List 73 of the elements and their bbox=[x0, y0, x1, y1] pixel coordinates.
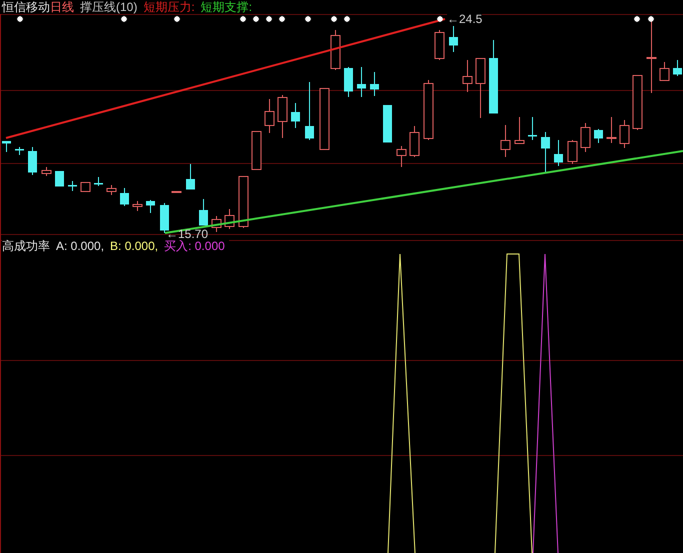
signal-marker bbox=[647, 15, 655, 23]
candlestick bbox=[160, 202, 169, 234]
signal-marker bbox=[436, 15, 444, 23]
candlestick bbox=[462, 60, 472, 92]
candlestick bbox=[370, 72, 379, 96]
candlestick bbox=[594, 128, 603, 144]
candlestick bbox=[146, 200, 155, 214]
signal-marker bbox=[304, 15, 312, 23]
candlestick bbox=[554, 140, 563, 166]
candlestick bbox=[606, 116, 616, 144]
candlestick bbox=[186, 164, 195, 190]
candlestick bbox=[500, 124, 510, 158]
signal-marker bbox=[239, 15, 247, 23]
signal-marker bbox=[278, 15, 286, 23]
candlestick bbox=[224, 208, 234, 230]
candlestick bbox=[434, 30, 444, 60]
signal-marker bbox=[120, 15, 128, 23]
candlestick bbox=[476, 58, 486, 118]
indicator-name: 高成功率 bbox=[2, 238, 50, 254]
candlestick bbox=[15, 146, 24, 156]
candlestick bbox=[120, 188, 129, 206]
candlestick bbox=[106, 184, 116, 196]
candlestick bbox=[212, 216, 222, 232]
candlestick bbox=[252, 130, 262, 170]
price-label: ←24.5 bbox=[447, 12, 482, 26]
legend-label: 短期压力: bbox=[143, 0, 195, 14]
signal-marker bbox=[252, 15, 260, 23]
candlestick bbox=[80, 182, 90, 192]
candlestick bbox=[357, 66, 366, 98]
signal-marker bbox=[633, 15, 641, 23]
candlestick bbox=[620, 120, 630, 148]
candlestick bbox=[238, 176, 248, 228]
candlestick bbox=[42, 166, 52, 176]
legend-label: 短期支撑: bbox=[200, 0, 252, 14]
candlestick bbox=[396, 146, 406, 168]
period-label: 日线 bbox=[50, 0, 74, 14]
candlestick bbox=[383, 104, 392, 142]
candlestick bbox=[199, 198, 208, 226]
indicator-value: 买入: 0.000 bbox=[164, 238, 225, 254]
candlestick bbox=[568, 140, 578, 164]
candlestick bbox=[660, 62, 670, 81]
indicator-value: A: 0.000, bbox=[56, 238, 104, 254]
candlestick bbox=[291, 102, 300, 128]
candlestick bbox=[330, 30, 340, 70]
signal-marker bbox=[173, 15, 181, 23]
signal-marker bbox=[16, 15, 24, 23]
signal-marker bbox=[343, 15, 351, 23]
candlestick bbox=[541, 132, 550, 172]
candlestick bbox=[94, 176, 103, 186]
signal-marker bbox=[330, 15, 338, 23]
candlestick bbox=[580, 122, 590, 152]
candlestick bbox=[673, 60, 682, 76]
indicator-value: B: 0.000, bbox=[110, 238, 158, 254]
candlestick bbox=[264, 98, 274, 134]
candlestick bbox=[68, 180, 77, 192]
candlestick bbox=[320, 88, 330, 150]
candlestick bbox=[514, 116, 524, 144]
candlestick bbox=[410, 126, 420, 158]
candlestick bbox=[28, 146, 37, 176]
price-label: ←15.70 bbox=[166, 227, 208, 241]
candlestick bbox=[55, 170, 64, 186]
candlestick bbox=[632, 74, 642, 130]
candlestick bbox=[2, 140, 11, 152]
candlestick bbox=[424, 80, 434, 140]
candlestick bbox=[528, 116, 537, 140]
candlestick bbox=[305, 82, 314, 140]
stock-name: 恒信移动 bbox=[2, 0, 50, 14]
signal-marker bbox=[265, 15, 273, 23]
candlestick bbox=[132, 200, 142, 212]
candlestick bbox=[278, 94, 288, 138]
candlestick bbox=[344, 66, 353, 98]
indicator-name: 撑压线(10) bbox=[80, 0, 138, 14]
candlestick bbox=[172, 190, 182, 193]
